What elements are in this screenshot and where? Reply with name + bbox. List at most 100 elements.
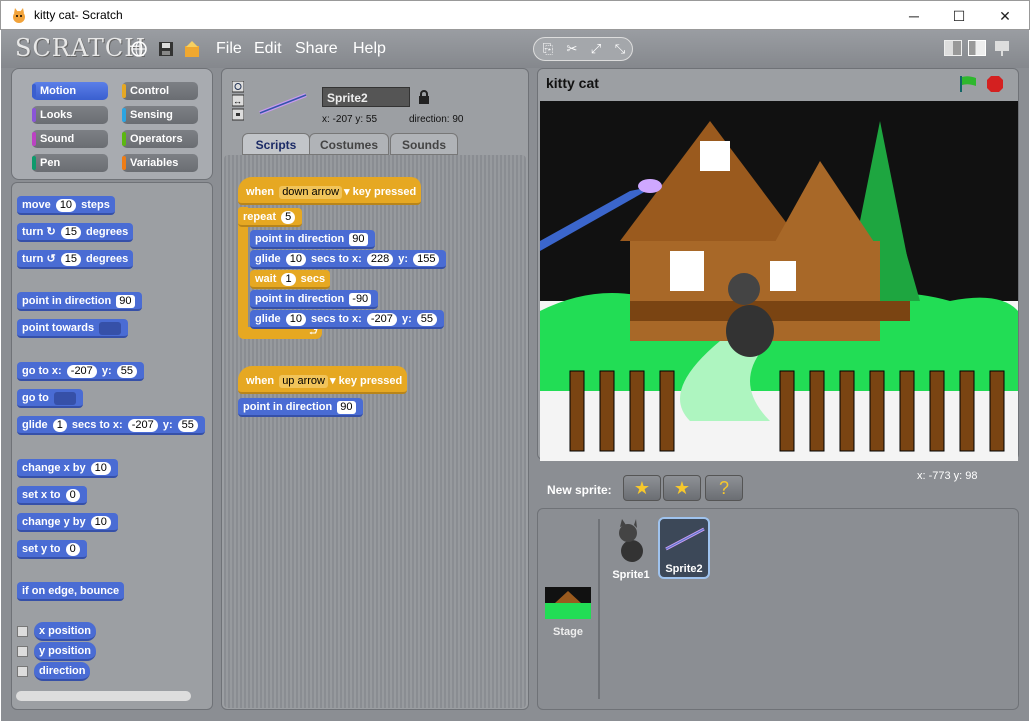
block-glide-2[interactable]: glide 10 secs to x: -207 y: 55 xyxy=(250,310,445,329)
normal-stage-view-button[interactable] xyxy=(968,40,986,56)
shrink-tool-icon[interactable]: ⤡ xyxy=(610,41,630,59)
new-sprite-bar: New sprite: ★ ★ ? xyxy=(537,470,1017,508)
scripts-panel: ↔ Sprite2 x: -207 y: 55 direction: 90 Sc… xyxy=(221,68,529,710)
block-go-to[interactable]: go to xyxy=(17,389,83,408)
direction-checkbox[interactable] xyxy=(17,666,28,677)
scratch-cat-app-icon xyxy=(13,8,25,23)
green-flag-icon[interactable] xyxy=(958,75,978,93)
sprite-coordinates: x: -207 y: 55 xyxy=(322,114,378,125)
new-sprite-label: New sprite: xyxy=(547,483,612,497)
surprise-sprite-button[interactable]: ? xyxy=(705,475,743,501)
lock-icon[interactable] xyxy=(418,90,430,104)
category-operators[interactable]: Operators xyxy=(122,130,198,148)
scripts-area[interactable]: when down arrow ▾ key pressed repeat 5 ⮐ … xyxy=(224,155,526,708)
dropdown-arrow-icon: ▾ xyxy=(344,186,350,198)
tab-sounds[interactable]: Sounds xyxy=(390,133,458,155)
category-motion[interactable]: Motion xyxy=(32,82,108,100)
paint-star-icon: ★ xyxy=(633,478,651,498)
share-upload-icon[interactable] xyxy=(183,40,201,58)
block-point-towards[interactable]: point towards xyxy=(17,319,129,338)
cat-sprite-thumbnail xyxy=(619,519,643,562)
rotate-cw-icon: ↻ xyxy=(46,226,56,238)
question-star-icon: ? xyxy=(718,478,729,498)
sprite-thumb-sprite2-selected[interactable]: Sprite2 xyxy=(658,517,710,579)
minimize-button[interactable]: ─ xyxy=(899,5,929,27)
sprite-thumbnail xyxy=(259,93,307,115)
block-point-in-direction[interactable]: point in direction 90 xyxy=(17,292,142,311)
block-set-x[interactable]: set x to 0 xyxy=(17,486,87,505)
dropdown-arrow-icon: ▾ xyxy=(329,375,336,387)
category-sound[interactable]: Sound xyxy=(32,130,108,148)
comet-sprite-thumbnail xyxy=(665,527,705,551)
paint-new-sprite-button[interactable]: ★ xyxy=(623,475,661,501)
block-set-y[interactable]: set y to 0 xyxy=(17,540,87,559)
block-if-on-edge-bounce[interactable]: if on edge, bounce xyxy=(17,582,125,601)
rotate-ccw-icon: ↺ xyxy=(46,253,56,265)
divider xyxy=(598,519,600,699)
block-go-to-xy[interactable]: go to x: -207 y: 55 xyxy=(17,362,144,381)
sprite2-label: Sprite2 xyxy=(665,563,703,575)
scratch-logo: SCRATCH xyxy=(15,34,147,62)
sprite-list-panel: Stage Sprite1 Sprite2 xyxy=(537,508,1019,710)
stage-backdrop-house xyxy=(540,101,1018,461)
category-looks[interactable]: Looks xyxy=(32,106,108,124)
stage-canvas[interactable] xyxy=(540,101,1018,461)
small-stage-view-button[interactable] xyxy=(944,40,962,56)
block-point-in-direction-3[interactable]: point in direction 90 xyxy=(238,398,363,417)
tab-scripts[interactable]: Scripts xyxy=(242,133,310,155)
window-title: kitty cat- Scratch xyxy=(34,8,123,22)
menubar: SCRATCH File Edit Share Help ⎘ ✂ ⤢ ⤡ xyxy=(1,30,1029,68)
reporter-x-position[interactable]: x position xyxy=(34,622,96,641)
stage-thumbnail-area[interactable]: Stage xyxy=(538,509,598,709)
folder-star-icon: ★ xyxy=(673,478,691,498)
stop-icon[interactable] xyxy=(986,75,1004,93)
maximize-button[interactable]: ☐ xyxy=(944,5,974,27)
rotation-style-icons[interactable]: ↔ xyxy=(232,81,244,121)
sprite-thumb-sprite1[interactable]: Sprite1 xyxy=(608,519,654,581)
block-turn-counterclockwise[interactable]: turn ↺ 15 degrees xyxy=(17,250,134,269)
block-change-y[interactable]: change y by 10 xyxy=(17,513,118,532)
block-glide-1[interactable]: glide 10 secs to x: 228 y: 155 xyxy=(250,250,447,269)
reporter-y-position[interactable]: y position xyxy=(34,642,96,661)
block-wait[interactable]: wait 1 secs xyxy=(250,270,331,289)
menu-file[interactable]: File xyxy=(216,40,242,58)
sprite1-label: Sprite1 xyxy=(612,569,650,581)
block-point-in-direction-2[interactable]: point in direction -90 xyxy=(250,290,379,309)
duplicate-tool-icon[interactable]: ⎘ xyxy=(538,41,558,59)
blocks-palette: move 10 steps turn ↻ 15 degrees turn ↺ 1… xyxy=(11,182,213,710)
block-point-in-direction-1[interactable]: point in direction 90 xyxy=(250,230,375,249)
block-repeat[interactable]: repeat 5 xyxy=(238,208,303,227)
cut-tool-icon[interactable]: ✂ xyxy=(562,41,582,59)
category-control[interactable]: Control xyxy=(122,82,198,100)
category-pen[interactable]: Pen xyxy=(32,154,108,172)
close-button[interactable]: ✕ xyxy=(990,5,1020,27)
when-key-pressed-hat-1[interactable]: when down arrow ▾ key pressed xyxy=(238,177,422,205)
choose-sprite-from-file-button[interactable]: ★ xyxy=(663,475,701,501)
sprite-direction: direction: 90 xyxy=(409,114,464,125)
x-position-checkbox[interactable] xyxy=(17,626,28,637)
category-sensing[interactable]: Sensing xyxy=(122,106,198,124)
category-variables[interactable]: Variables xyxy=(122,154,198,172)
cursor-tools: ⎘ ✂ ⤢ ⤡ xyxy=(533,37,633,61)
grow-tool-icon[interactable]: ⤢ xyxy=(586,41,606,59)
reporter-direction[interactable]: direction xyxy=(34,662,91,681)
when-key-pressed-hat-2[interactable]: when up arrow ▾ key pressed xyxy=(238,366,408,394)
menu-share[interactable]: Share xyxy=(295,40,338,58)
svg-text:↔: ↔ xyxy=(233,96,242,106)
project-title: kitty cat xyxy=(546,75,599,91)
presentation-mode-icon[interactable] xyxy=(993,39,1011,57)
sprite-name-field[interactable]: Sprite2 xyxy=(322,87,410,107)
category-palette: Motion Control Looks Sensing Sound Opera… xyxy=(11,68,213,180)
y-position-checkbox[interactable] xyxy=(17,646,28,657)
block-glide[interactable]: glide 1 secs to x: -207 y: 55 xyxy=(17,416,205,435)
tab-costumes[interactable]: Costumes xyxy=(309,133,389,155)
block-move[interactable]: move 10 steps xyxy=(17,196,115,215)
block-change-x[interactable]: change x by 10 xyxy=(17,459,118,478)
stage-panel: kitty cat xyxy=(537,68,1019,461)
block-turn-clockwise[interactable]: turn ↻ 15 degrees xyxy=(17,223,134,242)
save-icon[interactable] xyxy=(157,40,175,58)
palette-horizontal-scrollbar[interactable] xyxy=(16,691,191,701)
menu-edit[interactable]: Edit xyxy=(254,40,282,58)
globe-icon[interactable] xyxy=(130,40,148,58)
menu-help[interactable]: Help xyxy=(353,40,386,58)
